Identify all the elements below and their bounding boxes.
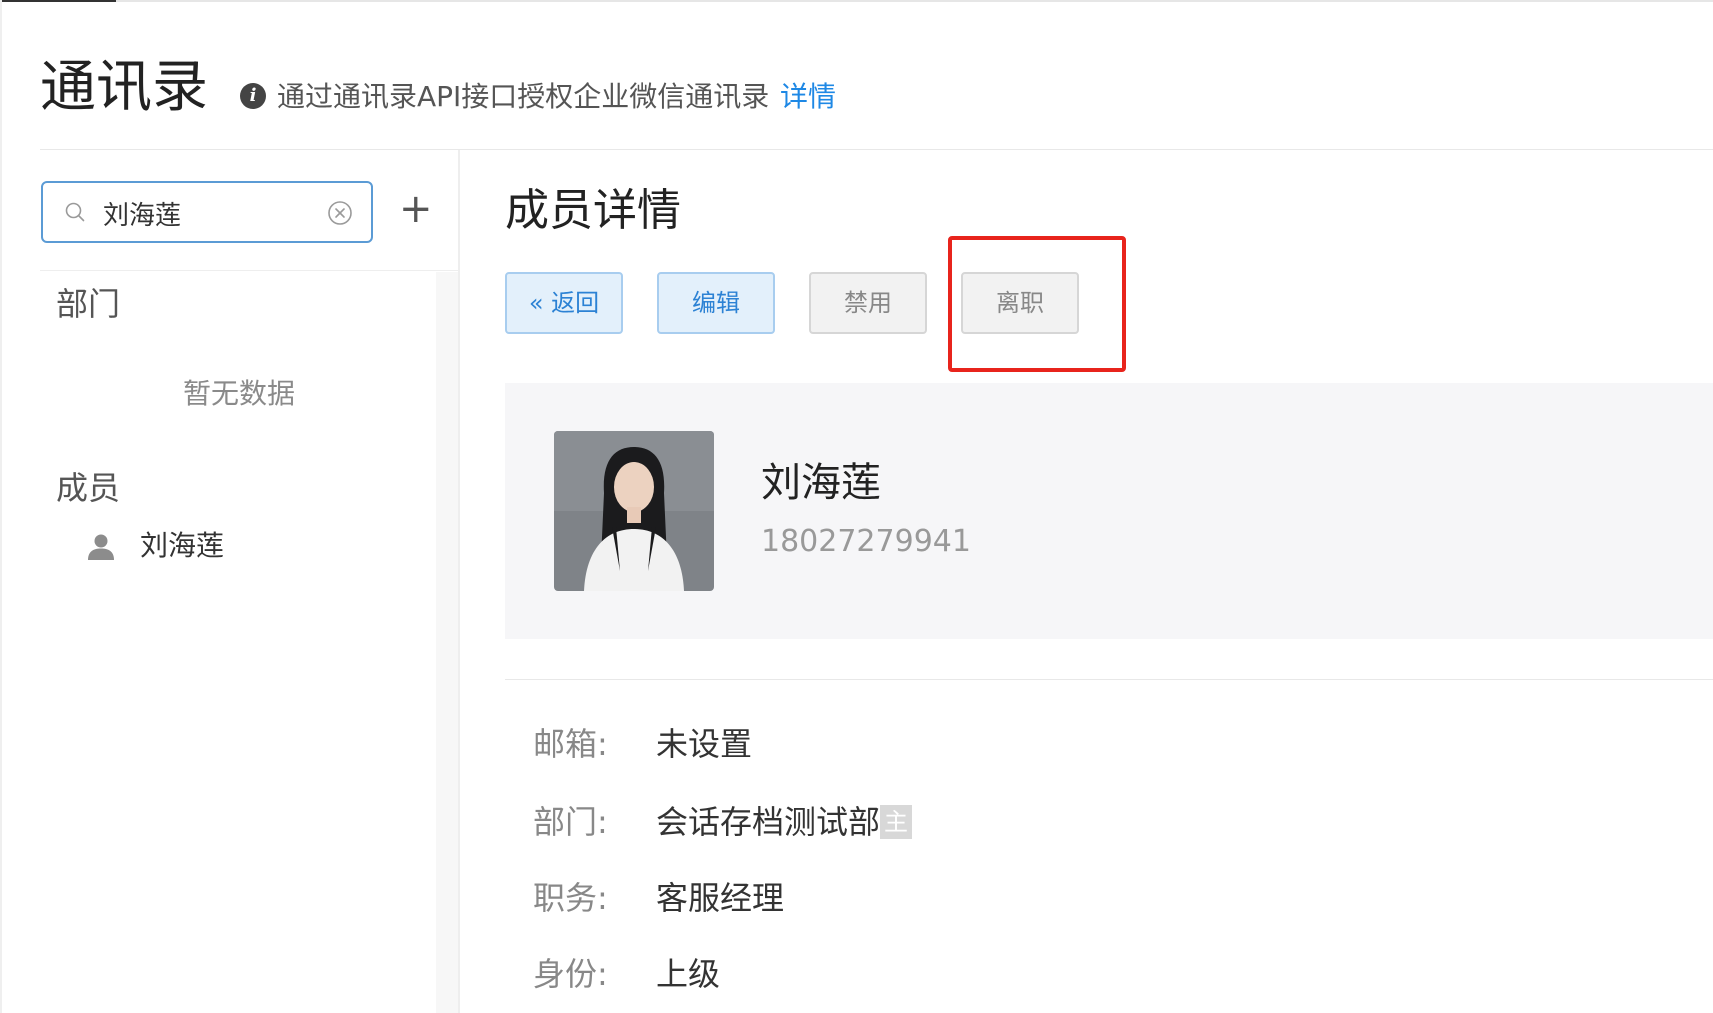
- department-section-title: 部门: [56, 285, 121, 323]
- email-label: 邮箱:: [533, 725, 608, 763]
- position-label: 职务:: [533, 879, 608, 917]
- avatar: [554, 431, 714, 591]
- primary-department-badge: 主: [880, 805, 913, 839]
- clear-circle-icon[interactable]: [327, 200, 353, 226]
- search-icon: [65, 202, 85, 222]
- left-border: [0, 0, 2, 1013]
- profile-name: 刘海莲: [761, 460, 881, 506]
- detail-link[interactable]: 详情: [780, 79, 836, 115]
- department-value: 会话存档测试部: [656, 803, 881, 841]
- identity-label: 身份:: [533, 955, 608, 993]
- person-icon: [88, 534, 114, 560]
- top-border: [0, 0, 1713, 2]
- profile-phone: 18027279941: [761, 524, 971, 559]
- search-box: [41, 181, 373, 243]
- department-label: 部门:: [533, 803, 608, 841]
- header-divider: [40, 149, 1713, 150]
- position-value: 客服经理: [656, 879, 785, 917]
- top-border-accent: [0, 0, 116, 2]
- add-button[interactable]: +: [399, 188, 433, 234]
- sidebar-divider: [458, 150, 460, 1013]
- disable-button[interactable]: 禁用: [809, 272, 927, 334]
- sidebar-scrollbar[interactable]: [436, 272, 458, 1013]
- member-list-item[interactable]: 刘海莲: [86, 526, 386, 566]
- department-empty-text: 暂无数据: [183, 377, 296, 410]
- edit-button[interactable]: 编辑: [657, 272, 775, 334]
- sidebar-search-divider: [40, 270, 458, 271]
- detail-title: 成员详情: [505, 185, 681, 236]
- page-title: 通讯录: [40, 55, 208, 120]
- identity-value: 上级: [656, 955, 721, 993]
- member-name: 刘海莲: [140, 529, 225, 562]
- department-value-row: 会话存档测试部主: [656, 801, 913, 843]
- back-button[interactable]: « 返回: [505, 272, 623, 334]
- search-input[interactable]: [103, 193, 323, 233]
- member-section-title: 成员: [56, 469, 121, 507]
- profile-divider: [505, 679, 1713, 680]
- info-circle-icon: i: [240, 83, 266, 109]
- email-value: 未设置: [656, 725, 753, 763]
- highlight-annotation-box: [948, 236, 1126, 372]
- page-subtitle: 通过通讯录API接口授权企业微信通讯录: [277, 80, 770, 113]
